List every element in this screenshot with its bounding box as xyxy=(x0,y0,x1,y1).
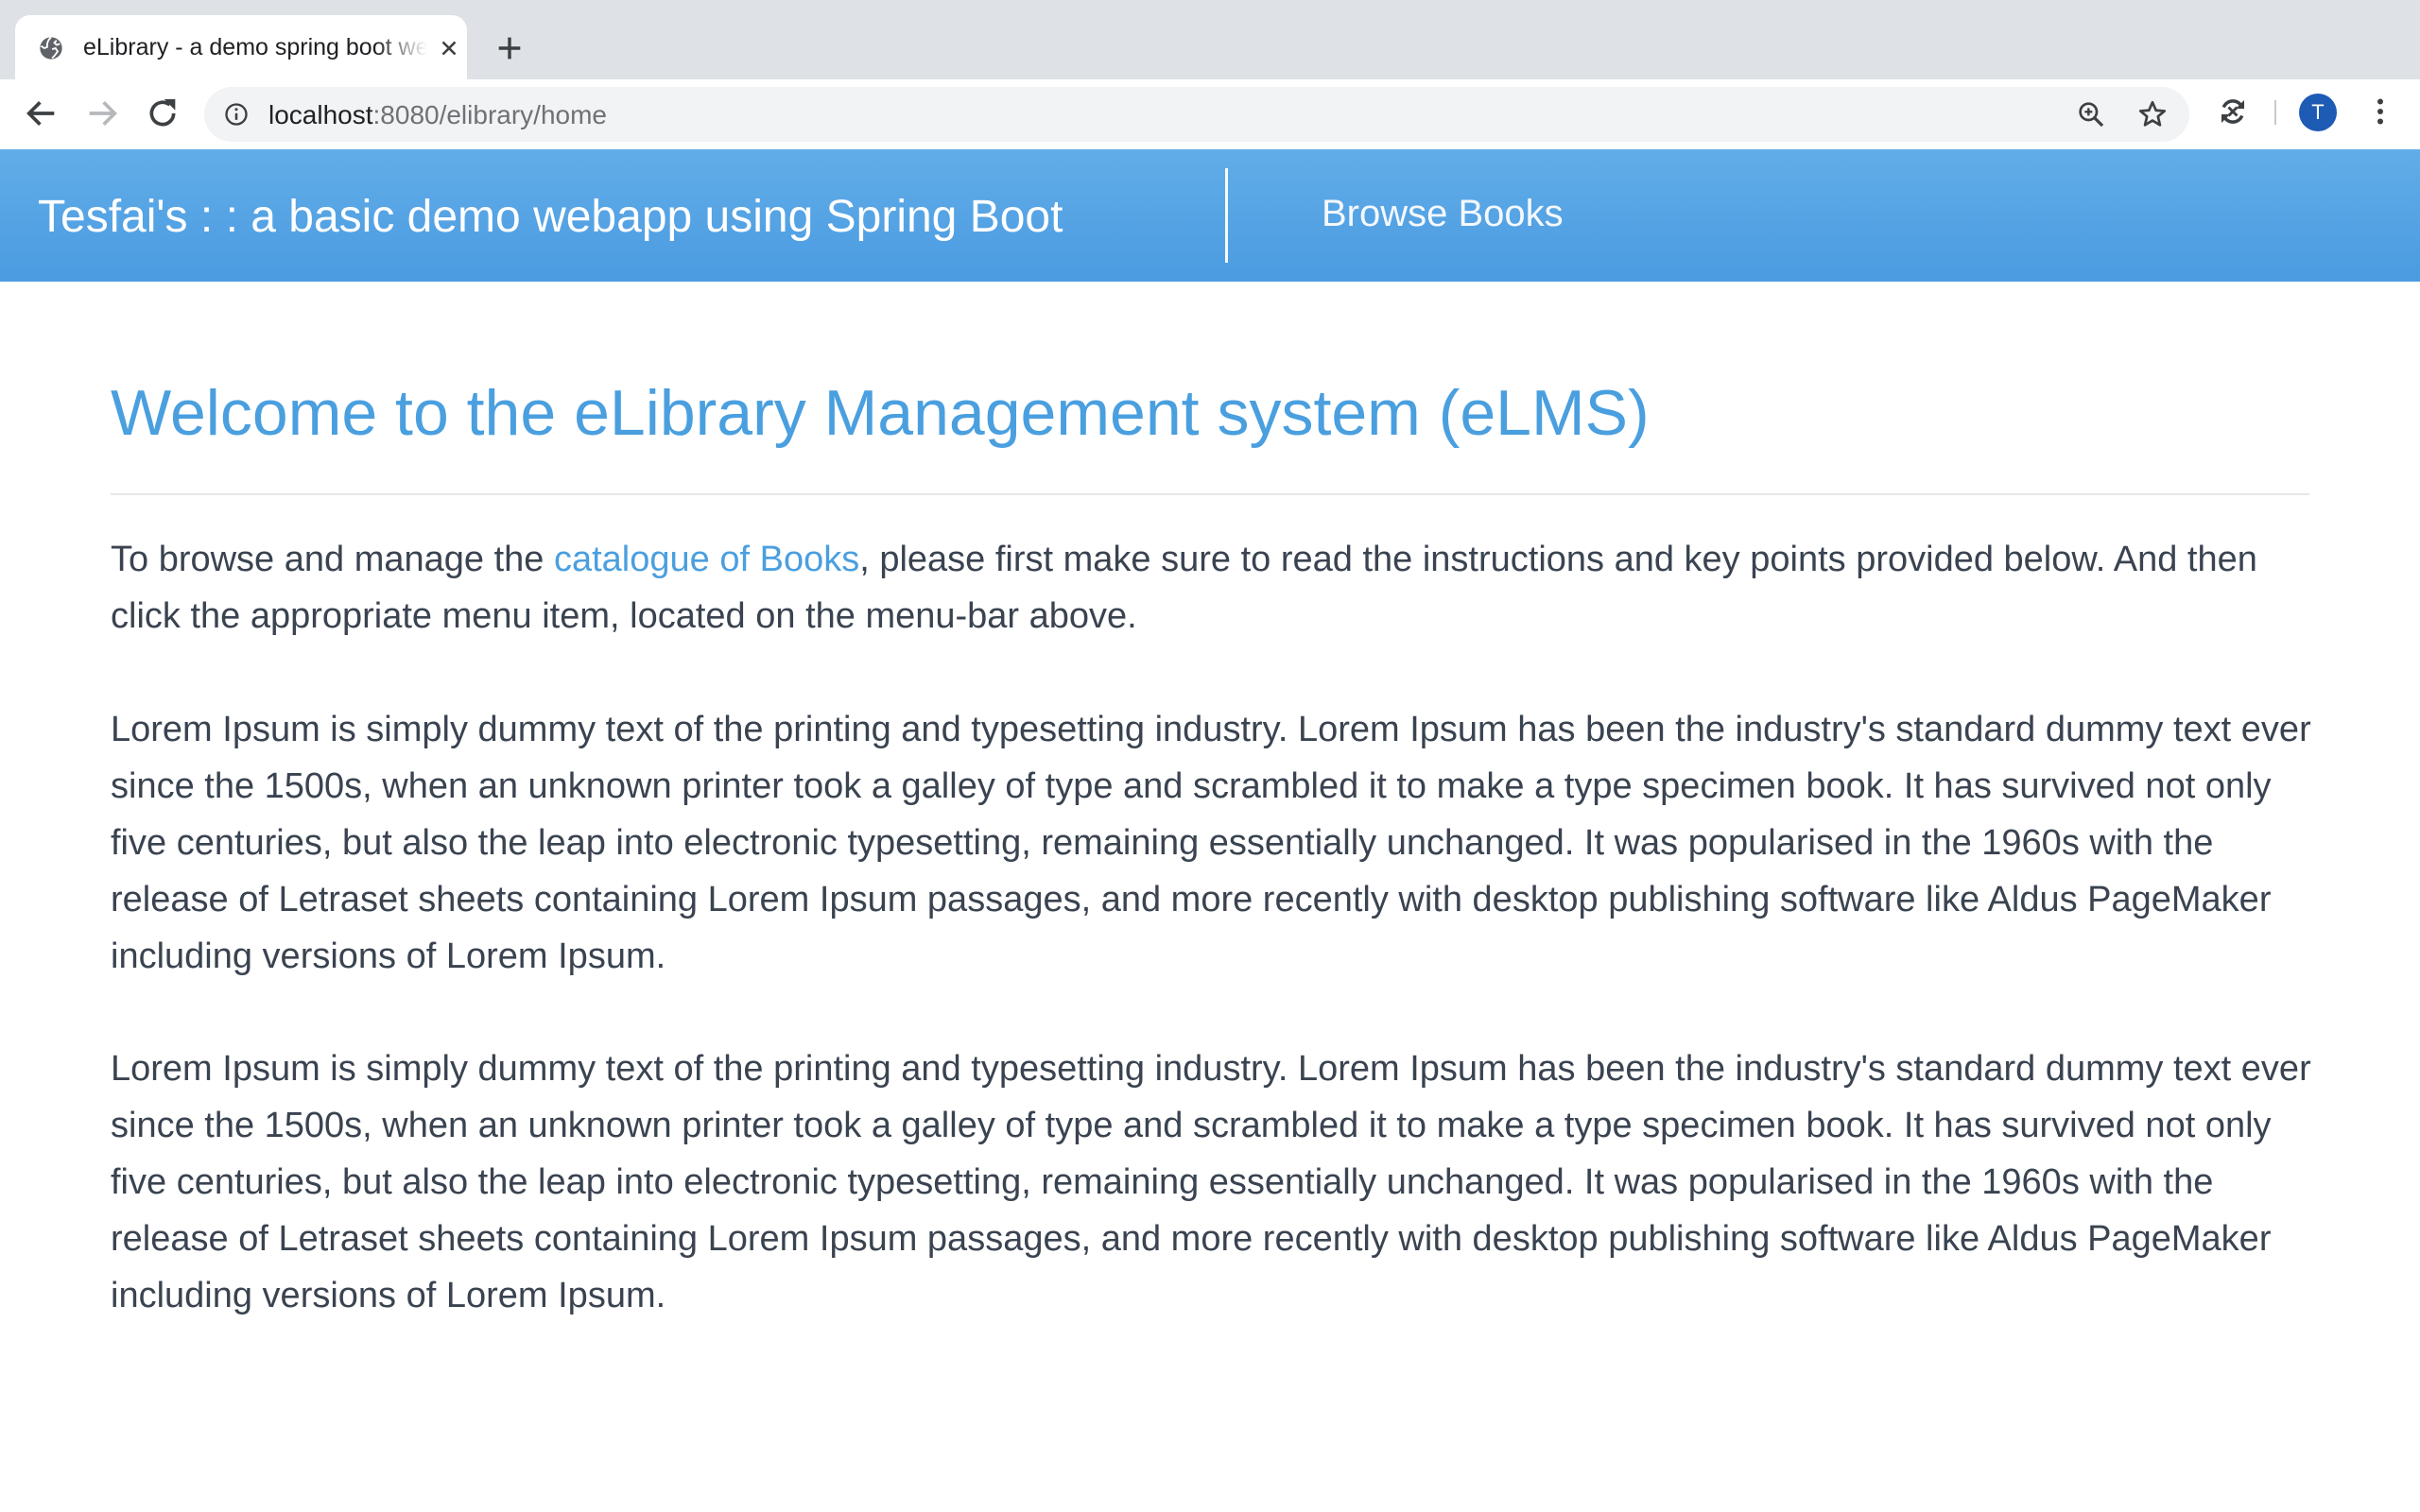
browser-toolbar: localhost:8080/elibrary/home xyxy=(0,79,2420,149)
address-bar[interactable]: localhost:8080/elibrary/home xyxy=(204,87,2189,142)
profile-avatar[interactable]: T xyxy=(2299,94,2337,131)
lorem-paragraph-1: Lorem Ipsum is simply dummy text of the … xyxy=(111,710,2311,976)
intro-text-before: To browse and manage the xyxy=(111,540,554,579)
star-icon[interactable] xyxy=(2136,98,2169,130)
navbar-divider xyxy=(1225,168,1228,263)
intro-paragraph: To browse and manage the catalogue of Bo… xyxy=(111,531,2313,644)
page-title: Welcome to the eLibrary Management syste… xyxy=(111,377,1650,449)
url-text[interactable]: localhost:8080/elibrary/home xyxy=(268,100,607,130)
sync-icon[interactable] xyxy=(2216,94,2250,129)
catalogue-link[interactable]: catalogue of Books xyxy=(554,540,859,579)
brand-title[interactable]: Tesfai's : : a basic demo webapp using S… xyxy=(38,191,1063,243)
close-icon[interactable] xyxy=(437,36,461,60)
globe-icon xyxy=(40,36,62,60)
zoom-icon[interactable] xyxy=(2076,99,2106,129)
tab-strip: eLibrary - a demo spring boot webapp xyxy=(0,0,2420,79)
title-divider xyxy=(111,493,2309,495)
nav-browse-books[interactable]: Browse Books xyxy=(1322,193,1564,235)
app-navbar: Tesfai's : : a basic demo webapp using S… xyxy=(0,149,2420,282)
lorem-paragraph-2: Lorem Ipsum is simply dummy text of the … xyxy=(111,1049,2311,1315)
back-arrow-icon[interactable] xyxy=(23,94,60,132)
info-icon[interactable] xyxy=(223,101,250,128)
browser-tab[interactable]: eLibrary - a demo spring boot webapp xyxy=(15,15,467,79)
tab-title: eLibrary - a demo spring boot webapp xyxy=(83,34,427,60)
forward-arrow-icon[interactable] xyxy=(83,94,121,132)
more-vert-icon[interactable] xyxy=(2363,94,2397,129)
url-host: localhost xyxy=(268,100,373,129)
plus-icon[interactable] xyxy=(493,32,526,64)
url-path: :8080/elibrary/home xyxy=(372,100,607,129)
reload-icon[interactable] xyxy=(144,94,182,132)
toolbar-separator xyxy=(2274,100,2276,125)
